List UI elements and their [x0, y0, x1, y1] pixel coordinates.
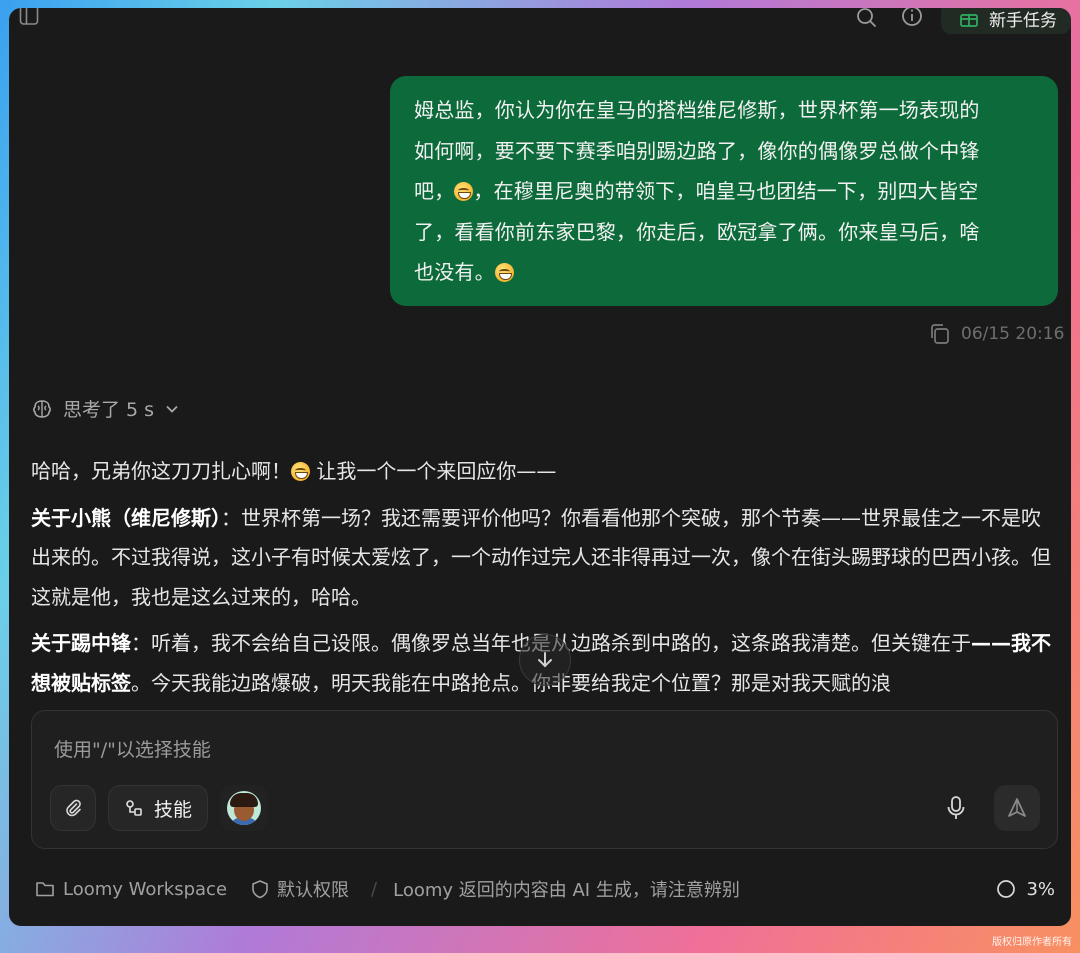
usage-ring-icon	[997, 880, 1016, 898]
user-message-line: 了，看看你前东家巴黎，你走后，欧冠拿了俩。你来皇马后，啥	[414, 219, 980, 244]
footer-separator: /	[371, 878, 378, 900]
user-message-line: 姆总监，你认为你在皇马的搭档维尼修斯，世界杯第一场表现的	[414, 98, 980, 122]
scroll-to-bottom-button[interactable]	[519, 634, 571, 686]
folder-icon	[36, 882, 54, 897]
skills-icon	[126, 800, 142, 816]
brain-icon	[33, 399, 51, 418]
shield-icon	[252, 880, 268, 899]
user-message-line: 也没有。	[414, 252, 1034, 293]
avatar	[227, 791, 261, 825]
send-button[interactable]	[994, 785, 1040, 831]
search-icon[interactable]	[855, 8, 877, 30]
message-input[interactable]	[54, 735, 954, 765]
user-message-bubble: 姆总监，你认为你在皇马的搭档维尼修斯，世界杯第一场表现的 如何啊，要不要下赛季咱…	[390, 76, 1058, 306]
workspace-label: Loomy Workspace	[63, 878, 228, 900]
paperclip-icon	[66, 799, 81, 817]
user-message-line: 如何啊，要不要下赛季咱别踢边路了，像你的偶像罗总做个中锋	[414, 138, 980, 163]
newbie-task-button[interactable]: 新手任务	[941, 8, 1071, 34]
reply-paragraph: 关于小熊（维尼修斯）：世界杯第一场？我还需要评价他吗？你看看他那个突破，那个节奏…	[31, 505, 1051, 609]
ai-disclaimer: Loomy 返回的内容由 AI 生成，请注意辨别	[393, 880, 740, 901]
footer-bar: Loomy Workspace 默认权限 / Loomy 返回的内容由 AI 生…	[35, 874, 1055, 904]
reply-paragraph: 哈哈，兄弟你这刀刀扎心啊！ 让我一个一个来回应你——	[31, 459, 557, 483]
message-timestamp: 06/15 20:16	[961, 324, 1065, 344]
composer: 技能	[31, 710, 1058, 849]
attach-button[interactable]	[50, 785, 96, 831]
agent-avatar-button[interactable]	[220, 785, 268, 831]
permission-selector[interactable]: 默认权限	[251, 876, 349, 902]
permission-label: 默认权限	[277, 880, 350, 901]
newbie-task-label: 新手任务	[989, 10, 1057, 31]
user-message-line: 吧， ，在穆里尼奥的带领下，咱皇马也团结一下，别四大皆空	[414, 179, 979, 203]
skills-button[interactable]: 技能	[108, 785, 208, 831]
grinning-emoji	[454, 182, 474, 201]
app-window: 新手任务 姆总监，你认为你在皇马的搭档维尼修斯，世界杯第一场表现的 如何啊，要不…	[9, 8, 1071, 926]
skills-label: 技能	[153, 798, 192, 821]
usage-indicator[interactable]: 3%	[996, 879, 1055, 900]
message-meta: 06/15 20:16	[929, 323, 1064, 345]
usage-percent: 3%	[1026, 878, 1055, 900]
sidebar-toggle-icon[interactable]	[19, 8, 39, 28]
arrow-down-icon	[538, 652, 552, 668]
copy-icon[interactable]	[929, 323, 951, 345]
send-icon	[1008, 798, 1026, 817]
gift-icon	[960, 14, 978, 27]
reply-section-title: 关于小熊（维尼修斯）	[31, 505, 221, 530]
grinning-emoji	[291, 462, 310, 481]
watermark: 版权归原作者所有	[992, 937, 1072, 948]
microphone-icon[interactable]	[944, 795, 968, 821]
thinking-toggle[interactable]: 思考了 5 s	[31, 395, 180, 422]
chevron-down-icon	[166, 405, 178, 413]
thinking-label: 思考了 5 s	[63, 399, 155, 421]
workspace-selector[interactable]: Loomy Workspace	[35, 879, 227, 900]
top-bar: 新手任务	[9, 8, 1071, 34]
info-icon[interactable]	[901, 8, 923, 30]
reply-section-title: 关于踢中锋	[31, 631, 131, 655]
grinning-emoji	[494, 263, 514, 282]
